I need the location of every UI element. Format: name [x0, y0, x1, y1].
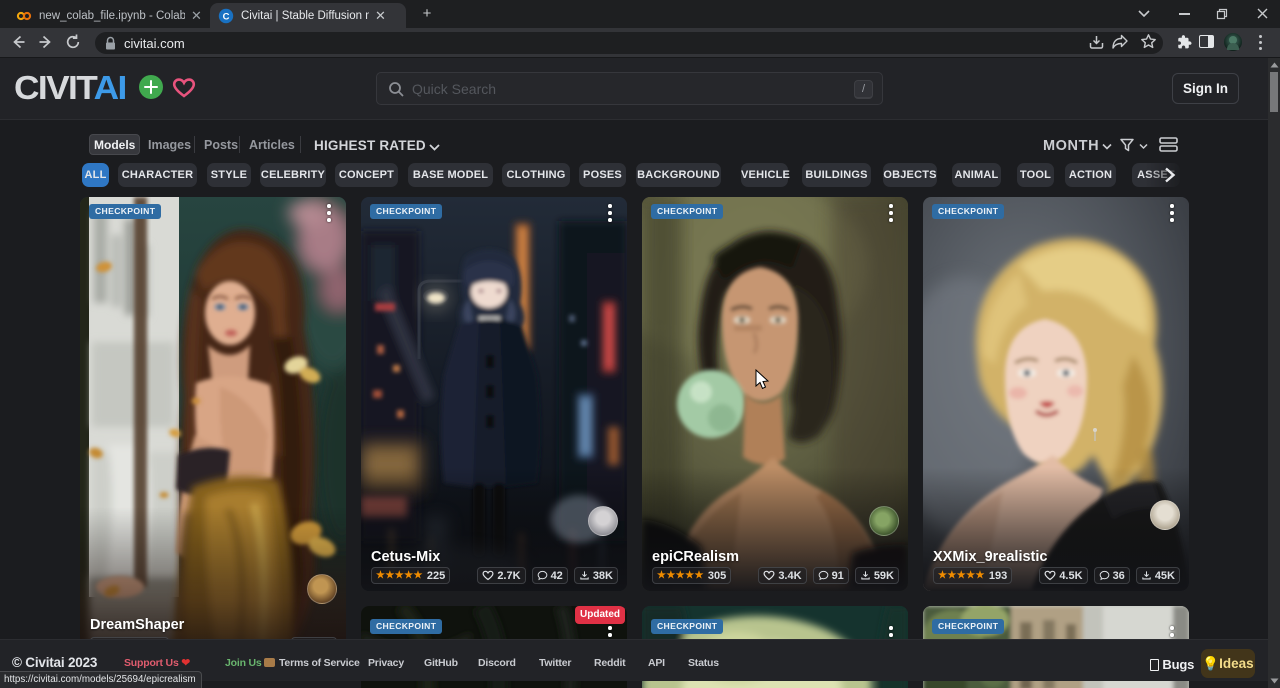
- svg-text:C: C: [223, 11, 230, 22]
